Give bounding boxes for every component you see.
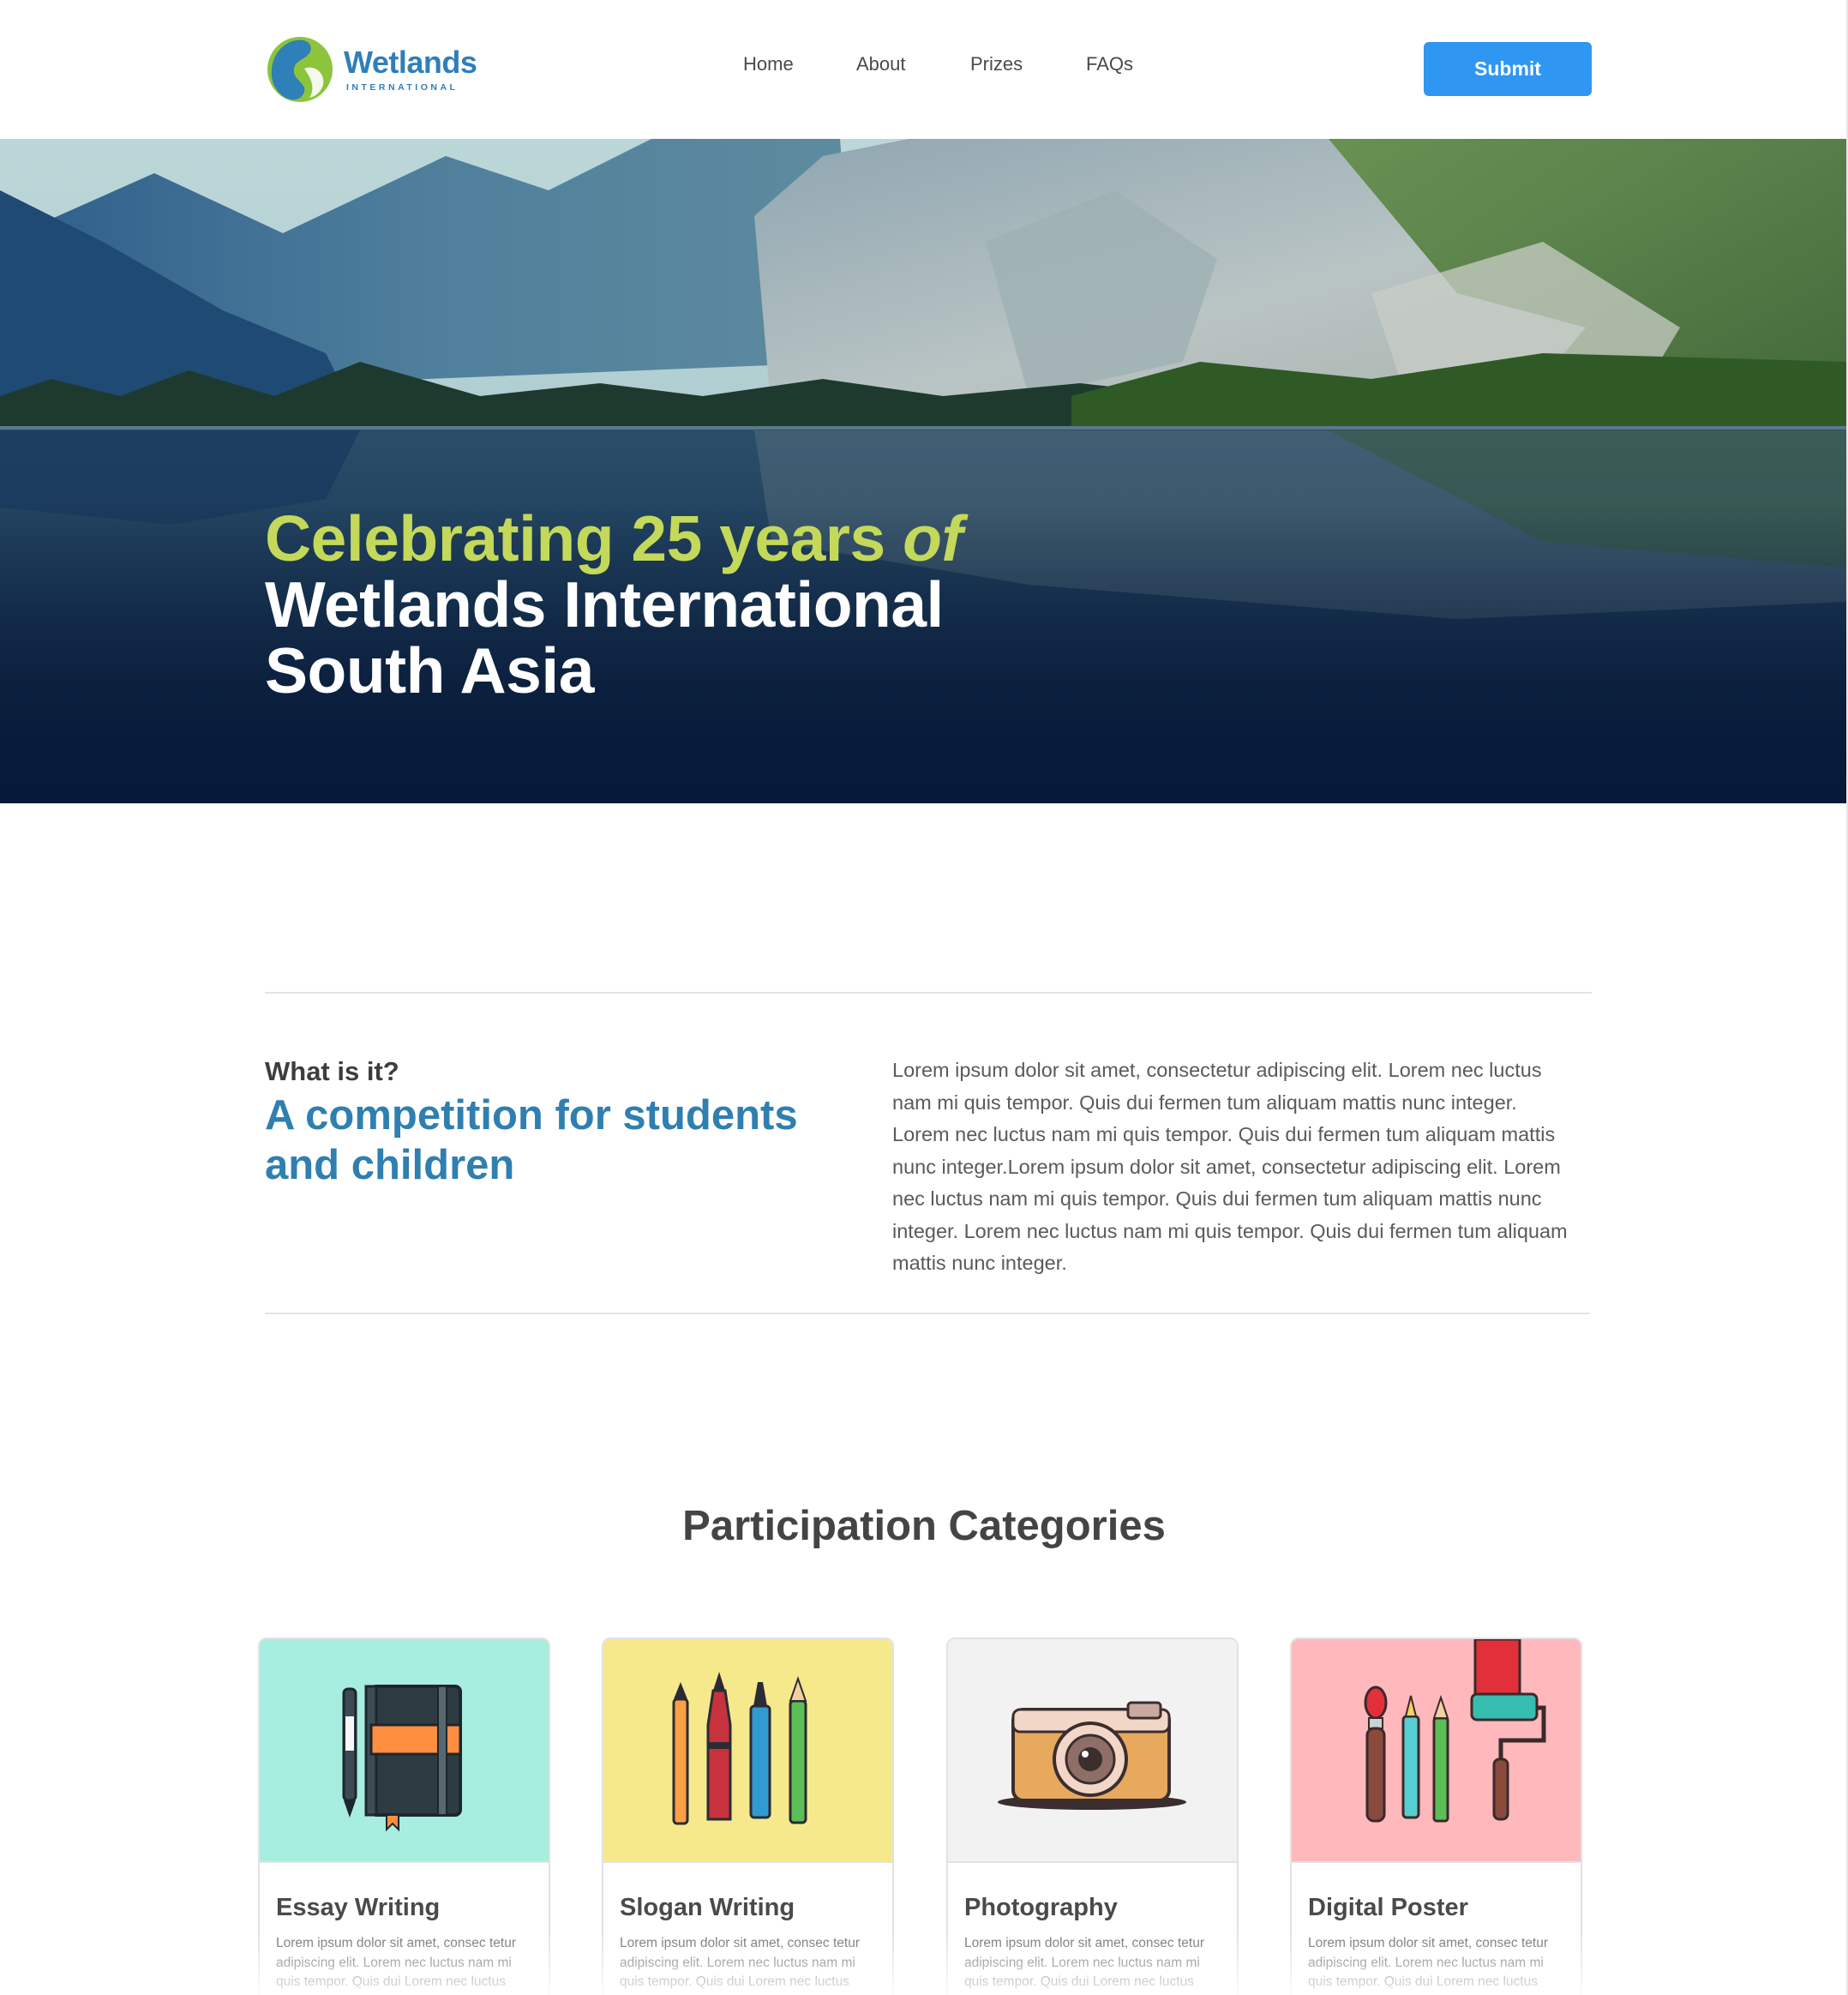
card-image — [1292, 1639, 1581, 1863]
category-card-photography[interactable]: Photography Lorem ipsum dolor sit amet, … — [946, 1637, 1239, 1995]
card-description: Lorem ipsum dolor sit amet, consec tetur… — [1308, 1936, 1548, 1995]
notebook-pen-icon — [342, 1685, 462, 1832]
card-title: Digital Poster — [1308, 1894, 1468, 1921]
hero-line-1-main: Celebrating 25 years — [265, 502, 885, 574]
about-kicker: What is it? — [265, 1056, 399, 1086]
nav-prizes[interactable]: Prizes — [970, 53, 1023, 75]
card-image — [948, 1639, 1237, 1863]
hero-banner: Celebrating 25 years of Wetlands Interna… — [0, 139, 1846, 803]
hero-line-1: Celebrating 25 years of — [265, 506, 963, 572]
card-description: Lorem ipsum dolor sit amet, consec tetur… — [620, 1936, 860, 1995]
card-image — [260, 1639, 549, 1863]
card-title: Slogan Writing — [620, 1894, 795, 1921]
site-header: Wetlands INTERNATIONAL Home About Prizes… — [0, 0, 1848, 139]
hero-line-3: South Asia — [265, 634, 594, 706]
category-card-essay-writing[interactable]: Essay Writing Lorem ipsum dolor sit amet… — [258, 1637, 550, 1995]
nav-faqs[interactable]: FAQs — [1086, 53, 1133, 75]
wetlands-logo[interactable]: Wetlands INTERNATIONAL — [265, 33, 477, 106]
logo-wordmark: Wetlands — [344, 44, 477, 80]
card-title: Photography — [964, 1894, 1118, 1921]
logo-tagline: INTERNATIONAL — [346, 81, 459, 93]
pens-icon — [672, 1672, 807, 1825]
camera-icon — [998, 1701, 1186, 1810]
card-image — [603, 1639, 892, 1863]
nav-about[interactable]: About — [856, 53, 906, 75]
card-description: Lorem ipsum dolor sit amet, consec tetur… — [276, 1936, 516, 1995]
hero-line-2: Wetlands International — [265, 568, 944, 640]
categories-title: Participation Categories — [682, 1503, 1166, 1549]
card-title: Essay Writing — [276, 1894, 441, 1921]
category-card-slogan-writing[interactable]: Slogan Writing Lorem ipsum dolor sit ame… — [602, 1637, 894, 1995]
wetlands-logo-icon — [267, 37, 333, 102]
divider-bottom — [265, 1313, 1590, 1314]
nav-home[interactable]: Home — [743, 53, 794, 75]
submit-button[interactable]: Submit — [1424, 42, 1592, 96]
hero-heading: Celebrating 25 years of Wetlands Interna… — [265, 506, 963, 704]
card-description: Lorem ipsum dolor sit amet, consec tetur… — [964, 1936, 1204, 1995]
hero-line-1-italic: of — [903, 502, 963, 574]
divider-top — [265, 992, 1592, 994]
about-heading: A competition for students and children — [265, 1092, 798, 1188]
category-card-digital-poster[interactable]: Digital Poster Lorem ipsum dolor sit ame… — [1290, 1637, 1582, 1995]
about-body: Lorem ipsum dolor sit amet, consectetur … — [892, 1059, 1568, 1274]
paint-tools-icon — [1364, 1639, 1546, 1823]
